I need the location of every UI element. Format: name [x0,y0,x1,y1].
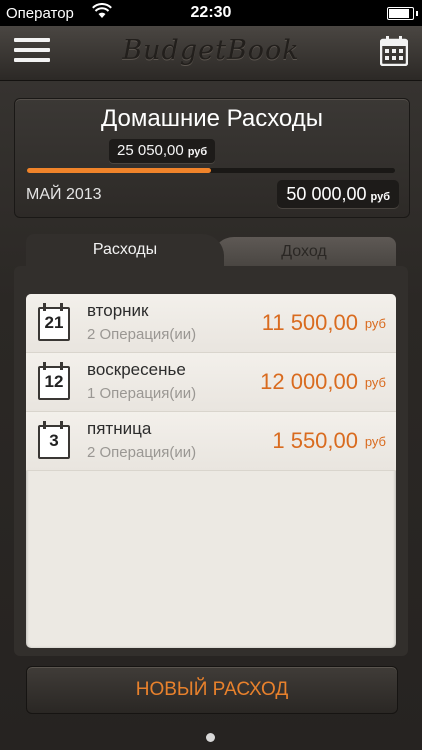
total-amount: 50 000,00 [286,184,367,204]
operations-count: 1 Операция(ии) [87,385,197,402]
date-number: 12 [44,372,64,391]
budget-card[interactable]: Домашние Расходы 25 050,00 руб МАЙ 2013 5… [14,98,410,218]
amount: 12 000,00 [260,369,358,394]
spent-amount: 25 050,00 [117,142,184,159]
page-indicator [206,733,215,742]
budget-progress-bar [27,168,395,173]
budget-period: МАЙ 2013 [26,186,102,203]
app-logo: BudgetBook [122,35,300,66]
list-item[interactable]: 21 вторник 2 Операция(ии) 11 500,00 руб [26,294,396,353]
nav-bar: BudgetBook [0,26,422,81]
calendar-day-icon: 3 [38,421,70,459]
currency: руб [364,375,386,390]
spent-amount-badge: 25 050,00 руб [109,139,216,163]
amount: 11 500,00 [261,310,358,335]
date-number: 3 [49,431,59,450]
status-bar: Оператор 22:30 [0,0,422,26]
budget-progress-fill [27,168,212,173]
list-item[interactable]: 3 пятница 2 Операция(ии) 1 550,00 руб [26,412,396,471]
calendar-day-icon: 21 [38,303,70,341]
calendar-icon[interactable] [379,36,409,67]
date-number: 21 [44,313,64,332]
list-item[interactable]: 12 воскресенье 1 Операция(ии) 12 000,00 … [26,353,396,412]
day-label: пятница [87,419,152,438]
new-expense-button[interactable]: НОВЫЙ РАСХОД [26,666,398,714]
tab-expenses[interactable]: Расходы [26,234,224,266]
expense-list: 21 вторник 2 Операция(ии) 11 500,00 руб … [26,294,396,648]
currency: руб [364,316,386,331]
total-currency: руб [370,191,391,203]
currency: руб [364,434,386,449]
operations-count: 2 Операция(ии) [87,326,197,343]
budget-title: Домашние Расходы [100,105,323,132]
operations-count: 2 Операция(ии) [87,444,197,461]
list-panel: 21 вторник 2 Операция(ии) 11 500,00 руб … [14,266,408,656]
battery-icon [387,7,418,20]
amount: 1 550,00 [272,428,358,453]
clock: 22:30 [190,4,232,21]
total-amount-badge: 50 000,00 руб [277,180,399,208]
tab-bar: Доход Расходы [26,234,396,266]
calendar-day-icon: 12 [38,362,70,400]
day-label: воскресенье [87,360,186,379]
tab-income[interactable]: Доход [212,237,396,266]
day-label: вторник [87,301,149,320]
spent-currency: руб [187,146,208,158]
